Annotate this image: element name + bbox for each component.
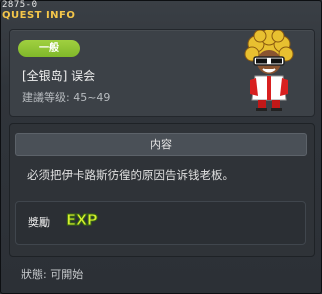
- exp-reward-icon: EXP: [65, 211, 98, 230]
- recommended-level: 建議等级: 45~49: [22, 91, 111, 104]
- npc-avatar: [244, 30, 294, 111]
- quest-description: 必须把伊卡路斯彷徨的原因告诉钱老板。: [27, 168, 234, 182]
- quest-title: [全银岛] 误会: [22, 69, 96, 83]
- quest-status: 狀態: 可開始: [21, 268, 84, 281]
- reward-label: 獎勵: [28, 216, 50, 229]
- quest-id-label: 2875-0: [2, 0, 38, 10]
- window-title: QUEST INFO: [2, 10, 76, 21]
- reward-box: [15, 201, 306, 245]
- contents-header: 内容: [15, 133, 307, 156]
- quest-category-badge: 一般: [18, 40, 80, 57]
